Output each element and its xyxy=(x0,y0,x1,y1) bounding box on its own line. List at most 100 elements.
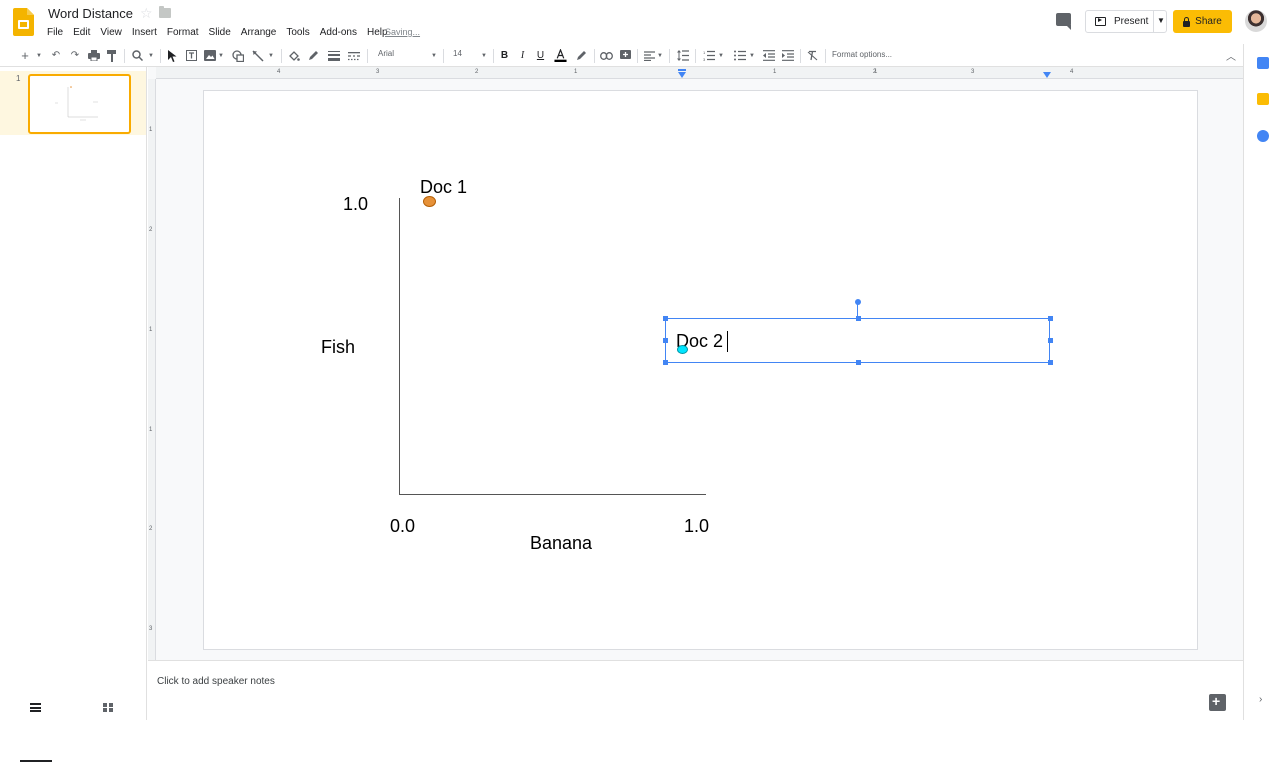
border-dash-icon[interactable] xyxy=(347,49,360,62)
side-panel: › xyxy=(1243,44,1280,720)
slide-canvas[interactable]: 1.0 Doc 1 Fish 0.0 1.0 Banana Doc 2 xyxy=(204,91,1197,649)
menu-view[interactable]: View xyxy=(95,25,127,40)
fill-color-icon[interactable] xyxy=(287,49,300,62)
increase-indent-icon[interactable] xyxy=(781,49,794,62)
expand-side-panel-icon[interactable]: › xyxy=(1259,694,1262,705)
y-axis-line[interactable] xyxy=(399,198,400,495)
zoom-icon[interactable] xyxy=(131,49,144,62)
border-color-icon[interactable] xyxy=(307,49,320,62)
rotate-handle[interactable] xyxy=(855,299,861,305)
numbered-list-dropdown-icon[interactable]: ▼ xyxy=(717,49,725,62)
menu-insert[interactable]: Insert xyxy=(127,25,162,40)
resize-handle-bottom-right[interactable] xyxy=(1048,360,1053,365)
line-icon[interactable] xyxy=(251,49,264,62)
doc2-point[interactable] xyxy=(677,345,688,354)
format-options-button[interactable]: Format options... xyxy=(832,50,892,59)
decrease-indent-icon[interactable] xyxy=(762,49,775,62)
folder-icon[interactable] xyxy=(159,6,171,18)
vertical-ruler[interactable]: 1 2 1 1 2 3 xyxy=(148,79,156,660)
paint-format-icon[interactable] xyxy=(106,49,119,62)
align-icon[interactable] xyxy=(643,49,656,62)
clear-formatting-icon[interactable] xyxy=(806,49,819,62)
bulleted-list-dropdown-icon[interactable]: ▼ xyxy=(748,49,756,62)
bulleted-list-icon[interactable] xyxy=(733,49,746,62)
left-indent-marker[interactable] xyxy=(678,69,686,78)
zoom-dropdown-icon[interactable]: ▼ xyxy=(147,49,155,62)
y-axis-label[interactable]: Fish xyxy=(321,337,355,358)
horizontal-ruler[interactable]: 4 3 2 1 1 1 2 3 4 xyxy=(156,67,1243,79)
font-size-select[interactable]: 14 xyxy=(453,49,462,58)
menu-tools[interactable]: Tools xyxy=(281,25,314,40)
text-color-icon[interactable] xyxy=(554,49,567,62)
line-spacing-icon[interactable] xyxy=(676,49,689,62)
right-indent-marker[interactable] xyxy=(1043,72,1051,78)
collapse-toolbar-icon[interactable]: ︿ xyxy=(1225,49,1237,63)
text-box-icon[interactable] xyxy=(185,49,198,62)
resize-handle-top[interactable] xyxy=(856,316,861,321)
svg-text:3: 3 xyxy=(703,57,706,61)
present-dropdown-icon[interactable]: ▼ xyxy=(1157,16,1165,25)
present-button[interactable]: Present ▼ xyxy=(1085,10,1167,33)
resize-handle-right[interactable] xyxy=(1048,338,1053,343)
resize-handle-bottom-left[interactable] xyxy=(663,360,668,365)
tasks-icon[interactable] xyxy=(1257,130,1269,142)
undo-icon[interactable]: ↶ xyxy=(50,49,62,62)
speaker-notes-placeholder[interactable]: Click to add speaker notes xyxy=(157,676,275,687)
line-dropdown-icon[interactable]: ▼ xyxy=(267,49,275,62)
redo-icon[interactable]: ↷ xyxy=(69,49,81,62)
menu-arrange[interactable]: Arrange xyxy=(236,25,282,40)
keep-icon[interactable] xyxy=(1257,93,1269,105)
underline-icon[interactable]: U xyxy=(535,49,546,62)
menu-format[interactable]: Format xyxy=(162,25,204,40)
select-cursor-icon[interactable] xyxy=(166,49,179,62)
calendar-icon[interactable] xyxy=(1257,57,1269,69)
filmstrip-view-icon[interactable] xyxy=(30,703,41,712)
new-slide-icon[interactable]: + xyxy=(19,48,31,63)
font-size-dropdown-icon[interactable]: ▼ xyxy=(480,49,488,62)
resize-handle-bottom[interactable] xyxy=(856,360,861,365)
shape-icon[interactable] xyxy=(231,49,244,62)
image-dropdown-icon[interactable]: ▼ xyxy=(217,49,225,62)
x-axis-label[interactable]: Banana xyxy=(530,533,592,554)
speaker-notes[interactable]: Click to add speaker notes xyxy=(148,660,1243,720)
numbered-list-icon[interactable]: 13 xyxy=(702,49,715,62)
bold-icon[interactable]: B xyxy=(499,49,510,62)
link-icon[interactable] xyxy=(599,49,613,62)
font-family-dropdown-icon[interactable]: ▼ xyxy=(430,49,438,62)
y-axis-max-label[interactable]: 1.0 xyxy=(343,194,368,215)
slide-thumbnail[interactable] xyxy=(28,74,131,134)
menu-slide[interactable]: Slide xyxy=(204,25,236,40)
add-comment-icon[interactable] xyxy=(619,49,632,62)
svg-text:1: 1 xyxy=(703,50,706,55)
star-icon[interactable]: ☆ xyxy=(140,5,153,22)
explore-icon[interactable] xyxy=(1209,693,1226,711)
toolbar-separator xyxy=(695,49,696,63)
doc1-label[interactable]: Doc 1 xyxy=(420,177,467,198)
font-family-select[interactable]: Arial xyxy=(378,49,394,58)
italic-icon[interactable]: I xyxy=(517,49,528,62)
x-axis-min-label[interactable]: 0.0 xyxy=(390,516,415,537)
toolbar-separator xyxy=(367,49,368,63)
lock-icon xyxy=(1183,16,1191,27)
x-axis-line[interactable] xyxy=(399,494,706,495)
menu-edit[interactable]: Edit xyxy=(68,25,95,40)
comments-icon[interactable] xyxy=(1056,13,1071,30)
x-axis-max-label[interactable]: 1.0 xyxy=(684,516,709,537)
menu-file[interactable]: File xyxy=(42,25,68,40)
align-dropdown-icon[interactable]: ▼ xyxy=(656,49,664,62)
slides-logo-icon[interactable] xyxy=(13,8,34,36)
document-title[interactable]: Word Distance xyxy=(48,6,133,21)
highlight-color-icon[interactable] xyxy=(575,49,588,62)
resize-handle-left[interactable] xyxy=(663,338,668,343)
print-icon[interactable] xyxy=(87,49,100,62)
border-weight-icon[interactable] xyxy=(327,49,340,62)
image-icon[interactable] xyxy=(203,49,216,62)
share-button[interactable]: Share xyxy=(1173,10,1232,33)
resize-handle-top-right[interactable] xyxy=(1048,316,1053,321)
resize-handle-top-left[interactable] xyxy=(663,316,668,321)
avatar[interactable] xyxy=(1245,10,1267,32)
menu-addons[interactable]: Add-ons xyxy=(315,25,362,40)
grid-view-icon[interactable] xyxy=(103,703,113,712)
doc1-point[interactable] xyxy=(423,196,436,207)
new-slide-dropdown-icon[interactable]: ▼ xyxy=(35,49,43,62)
